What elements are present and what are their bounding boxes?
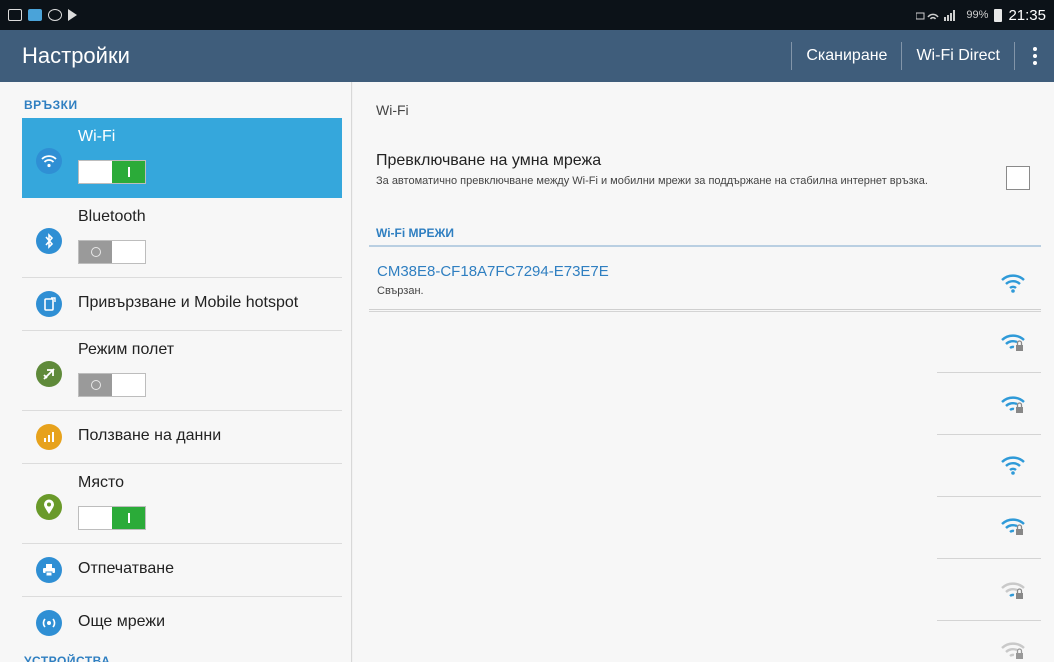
wifi-direct-button[interactable]: Wi-Fi Direct	[901, 42, 1014, 70]
sidebar-item-label: Още мрежи	[78, 613, 166, 630]
sidebar-item-label: Bluetooth	[78, 208, 146, 225]
network-name: CM38E8-CF18A7FC7294-E73E7E	[377, 263, 609, 280]
airplane-icon	[36, 361, 62, 387]
smart-network-switch-description: За автоматично превключване между Wi-Fi …	[376, 175, 928, 187]
sidebar-item-label: Отпечатване	[78, 560, 174, 577]
row-divider	[937, 496, 1041, 497]
wifi-full-icon[interactable]	[1001, 454, 1025, 476]
wifi-full-icon	[1001, 274, 1025, 293]
play-notification-icon	[68, 9, 77, 21]
smart-network-switch-title: Превключване на умна мрежа	[376, 152, 602, 169]
signal-wifi-status-icon	[916, 10, 956, 21]
sidebar-item-wifi[interactable]: Wi-Fi	[22, 118, 342, 198]
wifi-toggle[interactable]	[78, 160, 146, 184]
wifi-networks-header: Wi-Fi МРЕЖИ	[376, 226, 455, 240]
network-row-connected[interactable]: CM38E8-CF18A7FC7294-E73E7E Свързан.	[369, 247, 1041, 310]
sidebar-item-label: Wi-Fi	[78, 128, 116, 145]
sidebar-item-airplane-mode[interactable]: Режим полет	[22, 331, 342, 411]
bluetooth-toggle[interactable]	[78, 240, 146, 264]
location-toggle[interactable]	[78, 506, 146, 530]
sidebar-item-label: Място	[78, 474, 125, 491]
wifi-settings-panel: Wi-Fi Превключване на умна мрежа За авто…	[353, 82, 1054, 662]
row-divider	[937, 558, 1041, 559]
hotspot-icon	[36, 291, 62, 317]
battery-percent: 99%	[966, 9, 989, 21]
wifi-icon	[36, 148, 62, 174]
panel-heading: Wi-Fi	[376, 102, 409, 118]
status-bar: 99% 21:35	[0, 0, 1054, 30]
printer-icon	[36, 557, 62, 583]
whatsapp-notification-icon	[48, 9, 62, 21]
wifi-locked-icon[interactable]	[1001, 332, 1025, 354]
clock: 21:35	[1008, 6, 1046, 24]
sidebar-item-more-networks[interactable]: Още мрежи	[22, 597, 342, 650]
section-header-connections: ВРЪЗКИ	[24, 98, 78, 112]
action-bar: Настройки Сканиране Wi-Fi Direct	[0, 30, 1054, 82]
airplane-mode-toggle[interactable]	[78, 373, 146, 397]
sidebar-item-printing[interactable]: Отпечатване	[22, 544, 342, 597]
row-divider	[937, 372, 1041, 373]
sidebar-item-label: Привързване и Mobile hotspot	[78, 294, 299, 311]
sidebar-item-data-usage[interactable]: Ползване на данни	[22, 411, 342, 464]
sidebar-item-hotspot[interactable]: Привързване и Mobile hotspot	[22, 278, 342, 331]
settings-sidebar: ВРЪЗКИ Wi-Fi Bluetooth Привързване и Mob…	[0, 82, 352, 662]
sidebar-item-label: Ползване на данни	[78, 427, 222, 444]
smart-network-switch-checkbox[interactable]	[1006, 166, 1030, 190]
location-icon	[36, 494, 62, 520]
image-notification-icon	[28, 9, 42, 21]
wifi-locked-icon[interactable]	[1001, 394, 1025, 416]
page-title: Настройки	[22, 43, 130, 68]
row-divider	[937, 620, 1041, 621]
bluetooth-icon	[36, 228, 62, 254]
row-divider	[937, 434, 1041, 435]
section-header-devices: УСТРОЙСТВА	[24, 654, 111, 662]
wifi-weak-locked-icon[interactable]	[1001, 640, 1025, 662]
wifi-weak-locked-icon[interactable]	[1001, 580, 1025, 602]
gallery-notification-icon	[8, 9, 22, 21]
wifi-locked-icon[interactable]	[1001, 516, 1025, 538]
overflow-menu-icon[interactable]	[1014, 42, 1054, 70]
sidebar-item-location[interactable]: Място	[22, 464, 342, 544]
data-usage-icon	[36, 424, 62, 450]
row-divider	[369, 311, 1041, 312]
scan-button[interactable]: Сканиране	[791, 42, 901, 70]
sidebar-item-bluetooth[interactable]: Bluetooth	[22, 198, 342, 278]
battery-icon	[994, 8, 1003, 22]
sidebar-item-label: Режим полет	[78, 341, 175, 358]
notification-icons	[8, 9, 77, 21]
more-networks-icon	[36, 610, 62, 636]
system-icons: 99% 21:35	[916, 7, 1046, 24]
network-status: Свързан.	[377, 285, 424, 297]
